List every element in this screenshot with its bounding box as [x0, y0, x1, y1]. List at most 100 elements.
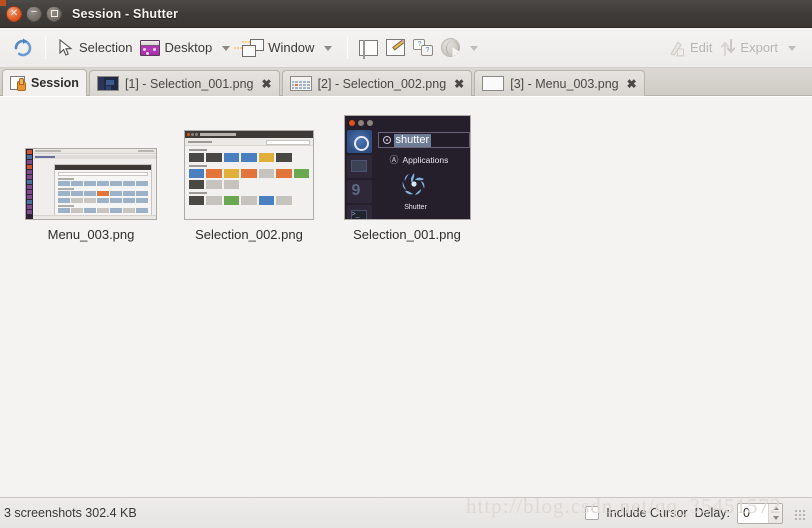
desktop-label: Desktop — [164, 40, 213, 55]
thumbnail-filename: Selection_001.png — [353, 227, 461, 242]
applications-glyph-icon: Ⓐ — [389, 155, 399, 165]
spinner-down-icon[interactable] — [769, 513, 782, 523]
edit-button[interactable]: Edit — [665, 33, 716, 63]
export-dropdown-caret-icon[interactable] — [788, 46, 796, 51]
export-button[interactable]: Export — [716, 33, 782, 63]
web-globe-icon — [441, 38, 461, 57]
thumbnail-list: Menu_003.png Selection_002.png 9 >_ shut… — [12, 115, 812, 242]
shutter-logo-icon — [401, 171, 427, 197]
desktop-button[interactable]: Desktop — [136, 33, 216, 63]
tab-label: Session — [31, 76, 79, 90]
tab-session[interactable]: Session — [2, 69, 87, 96]
shot-section-system — [189, 192, 207, 194]
delay-spinner-buttons[interactable] — [768, 503, 782, 523]
delay-spinner[interactable]: 0 — [737, 502, 783, 524]
thumbnail-image-selection-001[interactable]: 9 >_ shutter Ⓐ Applications Shutter — [343, 115, 471, 220]
shot-topbar — [33, 149, 156, 154]
shot-section-personal — [189, 149, 207, 151]
shot-titlebar — [185, 131, 313, 138]
tab-thumbnail-icon — [289, 76, 312, 91]
shot-icon-row — [189, 169, 309, 178]
screenshot-count-size: 3 screenshots 302.4 KB — [4, 506, 137, 520]
desktop-window-icon — [140, 39, 161, 56]
shot-icon-row — [189, 153, 309, 162]
tab-selection-001[interactable]: [1] - Selection_001.png ✖ — [88, 70, 280, 96]
delay-label: Delay: — [694, 506, 730, 520]
shot-unity-launcher: 9 >_ — [346, 130, 374, 219]
list-item[interactable]: Menu_003.png — [12, 148, 170, 242]
desktop-dropdown-caret-icon[interactable] — [222, 46, 231, 51]
shot-ubuntu-button — [346, 130, 372, 153]
tab-close-icon[interactable]: ✖ — [627, 78, 637, 90]
window-dropdown-caret-icon[interactable] — [324, 46, 333, 51]
tab-menu-003[interactable]: [3] - Menu_003.png ✖ — [474, 70, 645, 96]
thumbnail-filename: Menu_003.png — [47, 227, 135, 242]
menu-capture-button[interactable] — [382, 33, 409, 63]
window-button[interactable]: Window — [238, 33, 318, 63]
toolbar-separator-1 — [45, 36, 46, 59]
shot-result-label: Shutter — [404, 204, 427, 211]
shot-files-button — [346, 155, 372, 178]
shot-category-label: Applications — [402, 154, 449, 165]
search-icon — [382, 136, 391, 144]
close-button[interactable]: ✕ — [6, 5, 22, 22]
shutter-window: ✕ − Session - Shutter Selection Desktop … — [0, 0, 812, 528]
tab-close-icon[interactable]: ✖ — [454, 78, 464, 90]
tab-close-icon[interactable]: ✖ — [262, 78, 272, 90]
redo-button[interactable] — [8, 33, 38, 63]
window-titlebar: ✕ − Session - Shutter — [0, 0, 812, 28]
shot-icon-row — [189, 180, 309, 189]
tab-bar: Session [1] - Selection_001.png ✖ [2] - … — [0, 68, 812, 96]
web-dropdown-caret-icon[interactable] — [470, 46, 479, 51]
shot-inner-window — [54, 164, 152, 216]
shot-tabs — [33, 155, 156, 159]
shot-category-row: Ⓐ Applications — [390, 153, 449, 166]
tab-thumbnail-icon — [482, 76, 505, 91]
thumbnail-image-selection-002[interactable] — [184, 130, 314, 220]
section-icon — [359, 39, 379, 59]
web-capture-button[interactable] — [437, 33, 464, 63]
delay-value: 0 — [743, 506, 750, 520]
tooltip-icon: ? ? — [413, 39, 434, 56]
shot-browser-button: 9 — [346, 180, 372, 203]
shot-section-hardware — [189, 165, 207, 167]
titlebar-corner-accent — [0, 0, 6, 6]
tab-label: [2] - Selection_002.png — [317, 76, 447, 91]
selection-button[interactable]: Selection — [53, 33, 136, 63]
shot-statusbar — [33, 215, 156, 219]
edit-label: Edit — [690, 40, 713, 55]
tab-thumbnail-icon — [96, 76, 119, 91]
list-item[interactable]: Selection_002.png — [170, 130, 328, 242]
toolbar-separator-2 — [347, 36, 349, 59]
tab-selection-002[interactable]: [2] - Selection_002.png ✖ — [281, 70, 473, 96]
tooltip-capture-button[interactable]: ? ? — [409, 33, 437, 63]
windows-stack-icon — [242, 38, 265, 57]
include-cursor-checkbox[interactable] — [585, 506, 600, 520]
minimize-button[interactable]: − — [26, 5, 42, 22]
session-thumbnail-area[interactable]: Menu_003.png Selection_002.png 9 >_ shut… — [0, 96, 812, 497]
list-item[interactable]: 9 >_ shutter Ⓐ Applications Shutter Sele… — [328, 115, 486, 242]
cursor-arrow-icon — [57, 38, 73, 57]
shot-window-controls — [348, 120, 355, 126]
resize-grip[interactable] — [794, 508, 806, 521]
export-label: Export — [740, 40, 778, 55]
maximize-button[interactable] — [46, 5, 62, 22]
refresh-icon — [12, 37, 34, 59]
edit-tool-icon — [669, 38, 686, 57]
tab-label: [1] - Selection_001.png — [124, 76, 254, 91]
spinner-up-icon[interactable] — [769, 504, 782, 514]
thumbnail-filename: Selection_002.png — [195, 227, 303, 242]
section-button[interactable] — [355, 33, 382, 63]
session-icon — [10, 76, 26, 91]
status-bar-controls: Include Cursor Delay: 0 — [585, 502, 806, 524]
shot-launcher — [26, 149, 33, 219]
export-arrows-icon — [720, 38, 736, 57]
shot-search-query: shutter — [393, 133, 432, 147]
tab-label: [3] - Menu_003.png — [510, 76, 619, 91]
shot-dash-search: shutter — [377, 132, 470, 148]
menu-pencil-icon — [386, 39, 406, 56]
window-controls: ✕ − — [6, 5, 62, 22]
thumbnail-image-menu-003[interactable] — [25, 148, 157, 220]
shot-subtoolbar — [185, 138, 313, 146]
status-bar: 3 screenshots 302.4 KB Include Cursor De… — [0, 497, 812, 528]
